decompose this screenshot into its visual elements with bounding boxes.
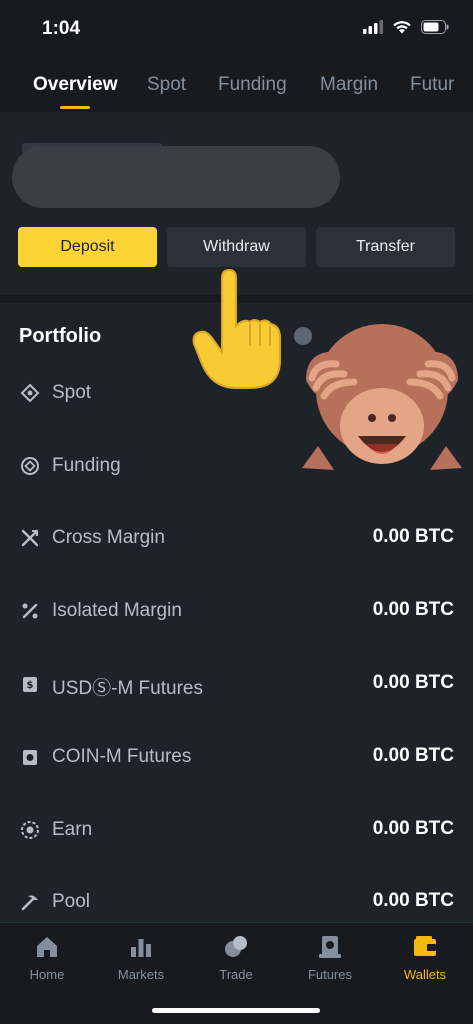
row-value: 0.00 BTC xyxy=(372,818,454,839)
cross-margin-icon xyxy=(21,529,39,547)
portfolio-row-pool[interactable]: Pool 0.00 BTC xyxy=(0,887,473,917)
home-icon xyxy=(37,937,57,957)
status-bar: 1:04 xyxy=(0,0,473,58)
portfolio-row-isolated-margin[interactable]: Isolated Margin 0.00 BTC xyxy=(0,596,473,626)
row-label: Pool xyxy=(52,891,91,912)
pool-icon xyxy=(21,895,38,911)
balance-redacted xyxy=(12,146,340,208)
earn-icon xyxy=(21,821,39,839)
row-label: Spot xyxy=(52,382,92,403)
deposit-button[interactable]: Deposit xyxy=(18,227,157,267)
withdraw-button[interactable]: Withdraw xyxy=(167,227,306,267)
tab-futures[interactable]: Futur xyxy=(410,74,454,96)
tab-spot[interactable]: Spot xyxy=(147,74,186,96)
nav-label: Home xyxy=(29,967,65,982)
nav-futures[interactable]: Futures xyxy=(285,933,375,982)
transfer-button[interactable]: Transfer xyxy=(316,227,455,267)
portfolio-title: Portfolio xyxy=(19,325,102,347)
row-value: 0.00 BTC xyxy=(372,745,454,766)
portfolio-row-coin-m-futures[interactable]: COIN-M Futures 0.00 BTC xyxy=(0,742,473,772)
funding-icon xyxy=(21,457,39,475)
portfolio-row-earn[interactable]: Earn 0.00 BTC xyxy=(0,815,473,845)
wallet-tabs: Overview Spot Funding Margin Futur xyxy=(0,58,473,112)
nav-home[interactable]: Home xyxy=(2,933,92,982)
portfolio-row-cross-margin[interactable]: Cross Margin 0.00 BTC xyxy=(0,523,473,553)
wifi-icon xyxy=(393,21,411,34)
nav-label: Markets xyxy=(117,967,165,982)
row-label: Cross Margin xyxy=(52,527,165,548)
row-label: Earn xyxy=(52,819,93,840)
trade-icon xyxy=(225,936,247,957)
wallet-icon xyxy=(414,936,436,956)
nav-label: Wallets xyxy=(403,967,447,982)
row-label: Isolated Margin xyxy=(52,600,182,621)
tab-funding[interactable]: Funding xyxy=(218,74,287,96)
usd-m-futures-icon: $ xyxy=(23,677,37,692)
row-value: 0.00 BTC xyxy=(372,672,454,693)
spot-icon xyxy=(20,383,40,403)
row-label: COIN-M Futures xyxy=(52,746,192,767)
row-value: 0.00 BTC xyxy=(372,599,454,620)
futures-icon xyxy=(319,936,341,958)
status-time: 1:04 xyxy=(42,18,81,39)
active-tab-indicator xyxy=(60,106,90,109)
nav-markets[interactable]: Markets xyxy=(96,933,186,982)
nav-wallets[interactable]: Wallets xyxy=(380,933,470,982)
coin-m-futures-icon xyxy=(23,750,37,765)
pointing-hand-icon xyxy=(192,268,281,389)
home-indicator xyxy=(152,1008,320,1013)
battery-icon xyxy=(421,20,449,34)
row-value: 0.00 BTC xyxy=(372,526,454,547)
row-label: Funding xyxy=(52,455,121,476)
see-no-evil-monkey-icon xyxy=(302,324,462,470)
signal-icon xyxy=(363,20,383,34)
isolated-margin-icon xyxy=(22,603,38,619)
nav-label: Trade xyxy=(219,967,253,982)
tab-margin[interactable]: Margin xyxy=(320,74,378,96)
svg-text:$: $ xyxy=(27,680,34,691)
row-value: 0.00 BTC xyxy=(372,890,454,911)
nav-trade[interactable]: Trade xyxy=(191,933,281,982)
row-label: USDⓈ-M Futures xyxy=(52,678,203,699)
markets-icon xyxy=(131,939,151,957)
status-icons xyxy=(363,20,449,34)
portfolio-row-usd-m-futures[interactable]: $ USDⓈ-M Futures 0.00 BTC xyxy=(0,669,473,699)
tab-overview[interactable]: Overview xyxy=(33,74,118,96)
nav-label: Futures xyxy=(307,967,353,982)
